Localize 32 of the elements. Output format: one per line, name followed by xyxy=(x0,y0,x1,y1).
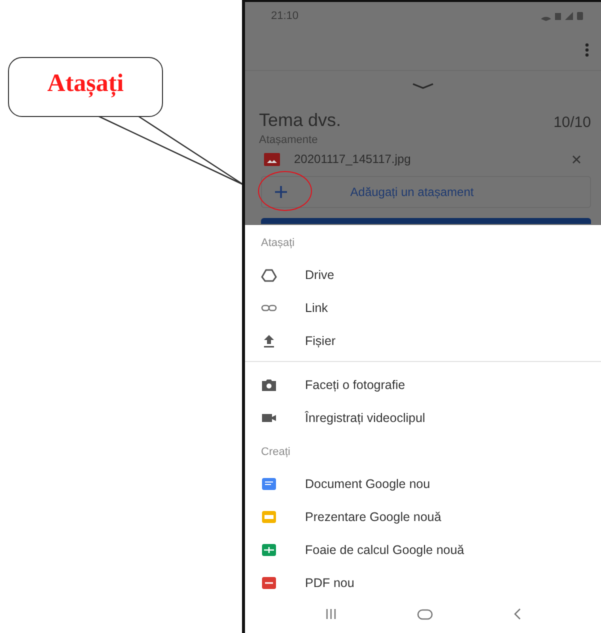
grade-text: 10/10 xyxy=(553,114,591,131)
section-header: Creați xyxy=(260,445,292,460)
close-icon[interactable] xyxy=(572,154,581,164)
menu-item[interactable]: Link xyxy=(245,291,601,324)
drive-icon xyxy=(261,266,277,282)
back-icon[interactable] xyxy=(513,608,521,620)
slides-icon xyxy=(261,508,277,524)
chevron-down-icon[interactable] xyxy=(412,83,434,89)
status-icons xyxy=(539,11,585,21)
menu-item[interactable]: Document Google nou xyxy=(245,467,601,500)
camera-icon xyxy=(261,376,277,392)
menu-item[interactable]: Înregistrați videoclipul xyxy=(245,401,601,434)
recent-apps-icon[interactable] xyxy=(325,609,337,619)
home-icon[interactable] xyxy=(417,608,433,620)
status-time: 21:10 xyxy=(271,10,299,22)
menu-item[interactable]: PDF nou xyxy=(245,566,601,599)
menu-item[interactable]: Foaie de calcul Google nouă xyxy=(245,533,601,566)
upload-icon xyxy=(261,332,277,348)
pdf-icon xyxy=(261,574,277,590)
menu-item[interactable]: Fișier xyxy=(245,324,601,357)
spreadsheet-icon xyxy=(261,542,277,558)
more-options-icon[interactable] xyxy=(585,43,589,57)
highlight-ellipse xyxy=(258,171,312,211)
assignment-title: Tema dvs. xyxy=(259,110,342,131)
menu-item[interactable]: Faceți o fotografie xyxy=(245,368,601,401)
image-file-icon xyxy=(264,152,280,166)
menu-item[interactable]: Drive xyxy=(245,258,601,291)
menu-item[interactable]: Prezentare Google nouă xyxy=(245,500,601,533)
section-header: Atașați xyxy=(260,236,296,251)
plus-icon[interactable] xyxy=(274,185,288,199)
callout-label: Atașați xyxy=(8,57,163,117)
document-icon xyxy=(261,476,277,492)
